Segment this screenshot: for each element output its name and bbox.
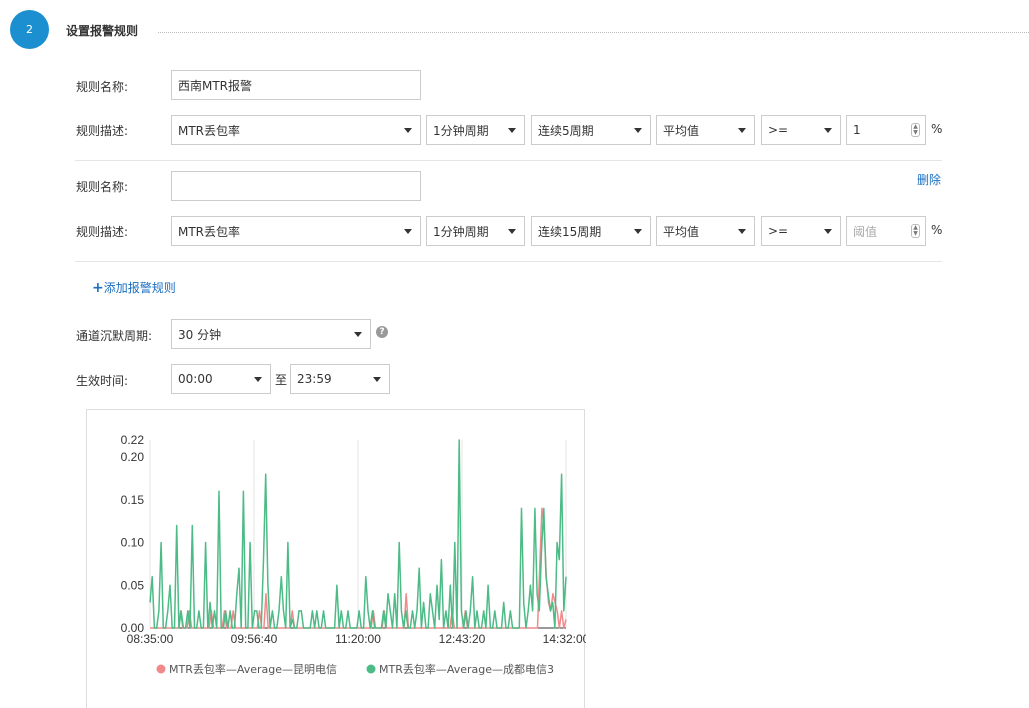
rule-1-threshold-value: 1 [853, 123, 861, 137]
rule-2-consecutive-value: 连续15周期 [538, 224, 602, 239]
rule-1-operator-value: >= [768, 123, 789, 137]
silence-period-label: 通道沉默周期: [76, 329, 153, 343]
rule-2-statistic-select[interactable]: 平均值 [656, 216, 755, 246]
rule-2-operator-select[interactable]: >= [761, 216, 841, 246]
y-tick-label: 0.05 [121, 578, 145, 592]
rule-2-period-value: 1分钟周期 [433, 224, 489, 239]
rule-2-threshold-input[interactable]: 阈值 ▲ ▼ [846, 216, 926, 246]
rule-1-statistic-value: 平均值 [663, 123, 700, 138]
chevron-down-icon [824, 128, 832, 133]
effective-time-label: 生效时间: [76, 374, 129, 388]
rule-2-consecutive-select[interactable]: 连续15周期 [531, 216, 651, 246]
legend-label: MTR丢包率—Average—成都电信3 [379, 662, 554, 676]
y-tick-label: 0.22 [121, 433, 145, 447]
rule-1-name-input[interactable]: 西南MTR报警 [171, 70, 421, 100]
effective-end-value: 23:59 [297, 372, 332, 386]
effective-start-value: 00:00 [178, 372, 213, 386]
x-tick-label: 12:43:20 [439, 632, 486, 646]
rule-1-name-label: 规则名称: [76, 80, 129, 94]
rule-1-statistic-select[interactable]: 平均值 [656, 115, 755, 145]
rule-1-operator-select[interactable]: >= [761, 115, 841, 145]
loss-rate-chart: 08:35:00 09:56:40 11:20:00 12:43:20 14:32:00… [86, 409, 586, 708]
section-title: 设置报警规则 [66, 24, 139, 38]
y-tick-label: 0.00 [121, 621, 145, 635]
step-number-badge: 2 [10, 10, 49, 49]
rule-1-unit: % [931, 122, 943, 136]
rule-2-name-label: 规则名称: [76, 180, 129, 194]
legend-label: MTR丢包率—Average—昆明电信 [169, 662, 337, 676]
rule-1-metric-select[interactable]: MTR丢包率 [171, 115, 421, 145]
chevron-down-icon [634, 229, 642, 234]
rule-1-desc-label: 规则描述: [76, 124, 129, 138]
rule-2-name-input[interactable] [171, 171, 421, 201]
delete-rule-link[interactable]: 删除 [917, 171, 941, 188]
rule-2-operator-value: >= [768, 224, 789, 238]
y-tick-label: 0.20 [121, 450, 145, 464]
stepper-icon[interactable]: ▲ ▼ [911, 224, 920, 238]
rule-2-statistic-value: 平均值 [663, 224, 700, 239]
help-icon[interactable]: ? [376, 326, 388, 338]
rule-1-threshold-input[interactable]: 1 ▲ ▼ [846, 115, 926, 145]
legend-marker [156, 664, 166, 674]
legend-marker [366, 664, 376, 674]
chevron-down-icon [404, 128, 412, 133]
section-divider [158, 32, 1029, 33]
chevron-down-icon [738, 229, 746, 234]
rule-1-consecutive-value: 连续5周期 [538, 123, 594, 138]
rule-divider [75, 160, 942, 161]
chevron-down-icon [824, 229, 832, 234]
silence-period-value: 30 分钟 [178, 327, 222, 342]
rule-2-threshold-placeholder: 阈值 [853, 224, 878, 239]
chevron-down-icon [404, 229, 412, 234]
effective-end-select[interactable]: 23:59 [290, 364, 390, 394]
rule-2-period-select[interactable]: 1分钟周期 [426, 216, 525, 246]
rule-1-consecutive-select[interactable]: 连续5周期 [531, 115, 651, 145]
y-tick-label: 0.15 [121, 493, 145, 507]
effective-start-select[interactable]: 00:00 [171, 364, 271, 394]
x-tick-label: 11:20:00 [335, 632, 381, 646]
rule-1-period-select[interactable]: 1分钟周期 [426, 115, 525, 145]
chevron-down-icon [354, 332, 362, 337]
rule-2-unit: % [931, 223, 943, 237]
stepper-icon[interactable]: ▲ ▼ [911, 123, 920, 137]
time-range-separator: 至 [275, 373, 288, 387]
silence-period-select[interactable]: 30 分钟 [171, 319, 371, 349]
add-rule-link[interactable]: +添加报警规则 [92, 279, 176, 296]
add-rule-label: 添加报警规则 [103, 281, 176, 295]
x-tick-label: 14:32:00 [543, 632, 586, 646]
chevron-down-icon [738, 128, 746, 133]
chevron-down-icon [254, 377, 262, 382]
chart-canvas: 08:35:00 09:56:40 11:20:00 12:43:20 14:32:00… [121, 433, 586, 676]
rule-2-desc-label: 规则描述: [76, 225, 129, 239]
chevron-down-icon [508, 229, 516, 234]
rule-2-metric-value: MTR丢包率 [178, 224, 241, 239]
rule-2-metric-select[interactable]: MTR丢包率 [171, 216, 421, 246]
chevron-down-icon [373, 377, 381, 382]
y-tick-label: 0.10 [121, 536, 145, 550]
chevron-down-icon [634, 128, 642, 133]
plus-icon: + [92, 280, 104, 296]
rule-1-period-value: 1分钟周期 [433, 123, 489, 138]
rule-1-name-value: 西南MTR报警 [178, 78, 253, 93]
x-tick-label: 09:56:40 [231, 632, 278, 646]
rule-divider [75, 261, 942, 262]
rule-1-metric-value: MTR丢包率 [178, 123, 241, 138]
chevron-down-icon [508, 128, 516, 133]
